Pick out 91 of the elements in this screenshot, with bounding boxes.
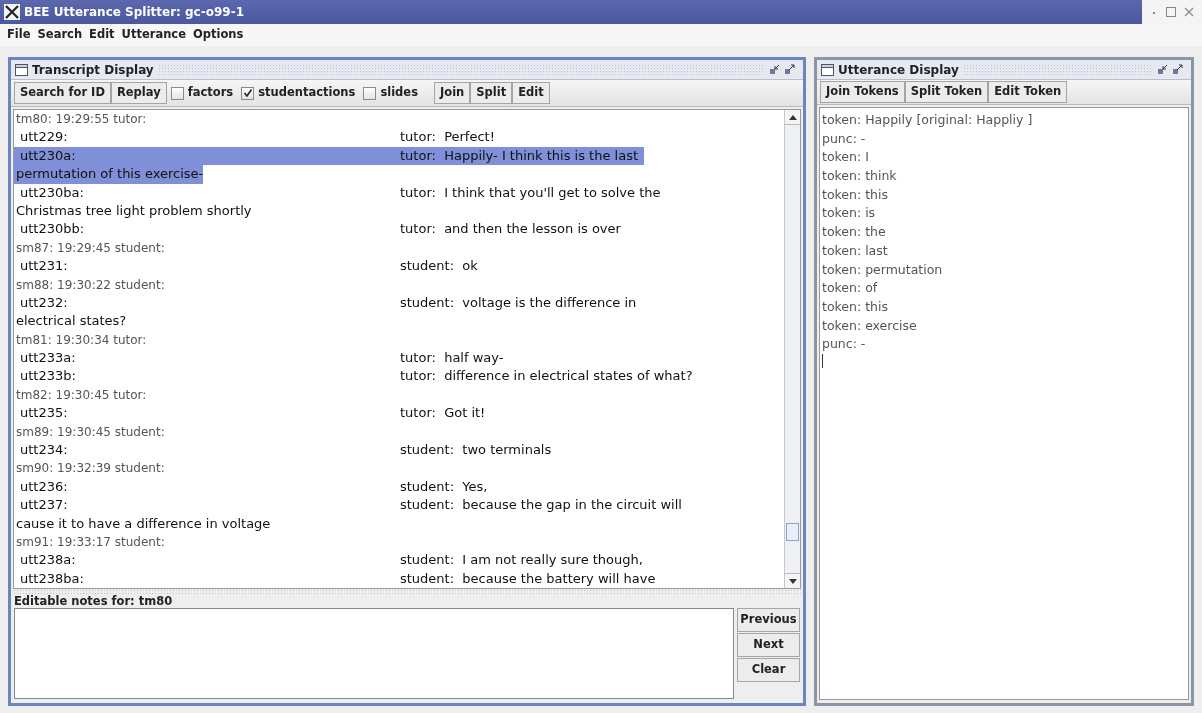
utterance-id[interactable]: utt234: (14, 441, 400, 460)
utterance-text[interactable]: student: Yes, (400, 477, 494, 497)
utterance-id[interactable]: utt236: (14, 477, 400, 497)
utterance-text[interactable]: tutor: half way- (400, 349, 510, 368)
notes-field[interactable] (14, 608, 734, 699)
check-icon (242, 88, 253, 98)
utterance-text[interactable]: student: two terminals (400, 441, 558, 460)
utterance-text[interactable]: tutor: Got it! (400, 404, 492, 423)
menu-item[interactable]: Edit (89, 26, 115, 44)
toolbar-button[interactable]: Join (434, 82, 471, 104)
token-line: token: last (822, 241, 888, 260)
message-header: sm87: 19:29:45 student: (15, 239, 166, 257)
token-line: token: permutation (822, 260, 943, 279)
utterance-text[interactable]: permutation of this exercise- (14, 165, 204, 184)
down-arrow-icon[interactable] (788, 578, 797, 584)
up-arrow-icon[interactable] (788, 114, 797, 120)
notes-label: Editable notes for: tm80 (13, 594, 174, 608)
notes-button[interactable]: Next (737, 633, 800, 657)
maximize-icon[interactable] (1172, 64, 1183, 75)
utterance-text[interactable]: student: because the gap in the circuit will (400, 496, 688, 515)
utterance-id[interactable]: utt230a: (14, 146, 400, 166)
utterance-id[interactable]: utt230bb: (14, 220, 400, 239)
utterance-id[interactable]: utt233b: (14, 367, 400, 386)
notes-button[interactable]: Previous (737, 608, 800, 632)
token-line: token: is (822, 204, 876, 223)
token-line: token: exercise (822, 316, 917, 335)
token-line: token: this (822, 185, 888, 204)
menu-item[interactable]: Search (37, 26, 83, 44)
window-title: BEE Utterance Splitter: gc-o99-1 (24, 4, 244, 21)
message-header: sm89: 19:30:45 student: (15, 423, 166, 441)
message-header: tm80: 19:29:55 tutor: (15, 111, 148, 128)
utterance-id[interactable]: utt232: (14, 293, 400, 313)
utterance-id[interactable]: utt230ba: (14, 183, 400, 202)
menu-item[interactable]: File (7, 26, 31, 44)
utterance-id[interactable]: utt229: (14, 128, 400, 147)
token-line: token: this (822, 297, 888, 316)
utterance-text[interactable]: student: voltage is the difference in (400, 293, 643, 313)
menu-item[interactable]: Options (193, 26, 244, 44)
message-header: tm82: 19:30:45 tutor: (15, 386, 148, 404)
token-line: token: think (822, 167, 897, 186)
utterance-text[interactable]: tutor: and then the lesson is over (400, 220, 627, 239)
checkbox[interactable]: factors (166, 84, 238, 102)
x-logo-icon (4, 4, 20, 20)
scrollbar[interactable] (784, 110, 800, 588)
toolbar-button[interactable]: Search for ID (14, 82, 111, 104)
checkbox[interactable]: slides (359, 84, 422, 102)
text-cursor (822, 353, 823, 368)
scroll-thumb[interactable] (786, 523, 799, 541)
window-icon (821, 63, 834, 76)
message-header: sm91: 19:33:17 student: (15, 534, 166, 551)
checkbox[interactable]: studentactions (237, 84, 360, 102)
utterance-id[interactable]: utt238ba: (14, 569, 400, 588)
minimize-icon[interactable] (769, 64, 780, 75)
token-line: token: the (822, 223, 886, 242)
message-header: sm90: 19:32:39 student: (15, 460, 166, 478)
panel-title: Utterance Display (838, 61, 959, 79)
utterance-text[interactable]: tutor: I think that you'll get to solve the (400, 183, 667, 202)
token-line: punc: - (822, 335, 866, 354)
toolbar-button[interactable]: Split (470, 82, 513, 104)
utterance-text[interactable]: tutor: Perfect! (400, 128, 501, 147)
utterance-id[interactable]: utt233a: (14, 349, 400, 368)
message-header: sm88: 19:30:22 student: (15, 276, 166, 294)
toolbar-button[interactable]: Split Token (904, 81, 989, 103)
utterance-id[interactable]: utt237: (14, 496, 400, 515)
close-icon[interactable] (1184, 7, 1194, 17)
utterance-text[interactable]: tutor: Happily- I think this is the last (400, 146, 644, 166)
utterance-id[interactable]: utt235: (14, 404, 400, 423)
toolbar-button[interactable]: Edit (512, 82, 550, 104)
token-line: punc: - (822, 129, 866, 148)
toolbar-button[interactable]: Replay (110, 82, 167, 104)
utterance-id[interactable]: utt238a: (14, 551, 400, 570)
utterance-text[interactable]: cause it to have a difference in voltage (14, 514, 271, 533)
menu-item[interactable]: Utterance (121, 26, 186, 44)
token-line: token: of (822, 279, 878, 298)
token-line: token: Happily [original: Happliy ] (822, 111, 1033, 129)
toolbar-button[interactable]: Edit Token (988, 81, 1068, 103)
message-header: tm81: 19:30:34 tutor: (15, 331, 148, 349)
utterance-text[interactable]: tutor: difference in electrical states of what? (400, 367, 699, 386)
utterance-text[interactable]: student: because the battery will have (400, 569, 662, 588)
utterance-text[interactable]: Christmas tree light problem shortly (14, 201, 252, 221)
token-line: token: I (822, 148, 869, 167)
utterance-text[interactable]: student: ok (400, 257, 484, 276)
minimize-icon[interactable] (1157, 64, 1168, 75)
toolbar-button[interactable]: Join Tokens (820, 81, 905, 103)
utterance-text[interactable]: electrical states? (14, 312, 127, 331)
utterance-id[interactable]: utt231: (14, 257, 400, 276)
notes-button[interactable]: Clear (737, 658, 800, 682)
utterance-text[interactable]: student: I am not really sure though, (400, 551, 649, 570)
panel-title: Transcript Display (32, 61, 154, 79)
window-icon (15, 63, 28, 76)
maximize-icon[interactable] (784, 64, 795, 75)
